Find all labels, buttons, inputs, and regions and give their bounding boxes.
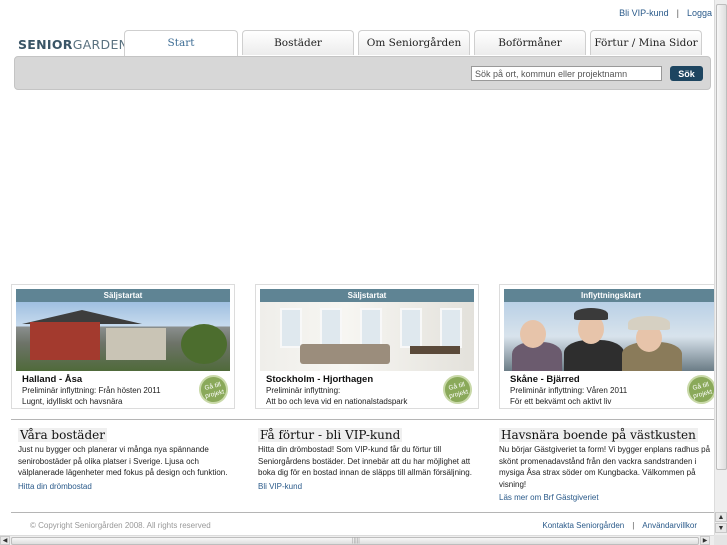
project-card[interactable]: Säljstartat Stockholm - Hjorthagen Preli… [255, 284, 479, 409]
search-bar: Sök [14, 56, 711, 90]
login-link[interactable]: Logga [687, 8, 712, 18]
project-tagline: Lugnt, idylliskt och havsnära [22, 397, 123, 406]
top-links-separator: | [676, 8, 679, 18]
info-column-bostader: Våra bostäder Just nu bygger och planera… [18, 428, 238, 491]
vip-link[interactable]: Bli VIP-kund [619, 8, 669, 18]
project-title: Stockholm - Hjorthagen [266, 374, 374, 385]
scroll-left-arrow-icon[interactable]: ◀ [0, 536, 10, 545]
column-heading: Havsnära boende på västkusten [499, 428, 698, 442]
search-input[interactable] [471, 66, 662, 81]
project-image [16, 302, 230, 371]
column-link[interactable]: Bli VIP-kund [258, 482, 478, 491]
vertical-scroll-thumb[interactable] [716, 4, 727, 470]
column-heading: Få förtur - bli VIP-kund [258, 428, 403, 442]
top-links: Bli VIP-kund | Logga [619, 8, 712, 18]
project-cards: Säljstartat Halland - Åsa Preliminär inf… [11, 284, 723, 409]
project-title: Halland - Åsa [22, 374, 83, 385]
tab-fortur-mina-sidor[interactable]: Förtur / Mina Sidor [590, 30, 702, 55]
project-image [260, 302, 474, 371]
info-column-vip: Få förtur - bli VIP-kund Hitta din drömb… [258, 428, 478, 491]
logo-part-garden: GARDEN [72, 37, 129, 52]
tab-start[interactable]: Start [124, 30, 238, 57]
tab-boformaner[interactable]: Boförmåner [474, 30, 586, 55]
scrollbar-corner [714, 535, 727, 545]
column-link[interactable]: Hitta din drömbostad [18, 482, 238, 491]
terms-link[interactable]: Användarvillkor [642, 521, 697, 530]
project-tagline: För ett bekvämt och aktivt liv [510, 397, 612, 406]
footer-divider [11, 512, 714, 513]
tab-om-seniorgarden[interactable]: Om Seniorgården [358, 30, 470, 55]
project-card[interactable]: Inflyttningsklart Skåne - Bjärred Prelim… [499, 284, 723, 409]
status-badge: Inflyttningsklart [504, 289, 718, 302]
project-image [504, 302, 718, 371]
contact-link[interactable]: Kontakta Seniorgården [542, 521, 624, 530]
project-card[interactable]: Säljstartat Halland - Åsa Preliminär inf… [11, 284, 235, 409]
column-link[interactable]: Läs mer om Brf Gästgiveriet [499, 493, 719, 502]
project-tagline: Att bo och leva vid en nationalstadspark [266, 397, 408, 406]
column-text: Hitta din drömbostad! Som VIP-kund får d… [258, 445, 472, 477]
section-divider [11, 419, 714, 420]
project-move-in: Preliminär inflyttning: Våren 2011 [510, 386, 628, 395]
column-heading: Våra bostäder [18, 428, 107, 442]
column-text: Nu börjar Gästgiveriet ta form! Vi bygge… [499, 445, 711, 489]
footer-separator: | [632, 521, 635, 530]
vertical-scrollbar[interactable]: ▲ ▼ [714, 0, 727, 535]
project-move-in: Preliminär inflyttning: Från hösten 2011 [22, 386, 161, 395]
footer-links: Kontakta Seniorgården | Användarvillkor [542, 521, 697, 530]
copyright-text: © Copyright Seniorgården 2008. All right… [30, 521, 211, 530]
horizontal-scrollbar[interactable]: ◀ ||||| ▶ [0, 535, 714, 545]
info-column-havsnara: Havsnära boende på västkusten Nu börjar … [499, 428, 719, 502]
status-badge: Säljstartat [260, 289, 474, 302]
scroll-right-arrow-icon[interactable]: ▶ [700, 536, 710, 545]
status-badge: Säljstartat [16, 289, 230, 302]
logo-part-senior: SENIOR [18, 37, 73, 52]
main-nav-tabs: Start Bostäder Om Seniorgården Boförmåne… [124, 30, 702, 57]
scroll-up-arrow-icon[interactable]: ▲ [715, 512, 727, 522]
search-button[interactable]: Sök [670, 66, 703, 81]
column-text: Just nu bygger och planerar vi många nya… [18, 445, 228, 477]
tab-bostader[interactable]: Bostäder [242, 30, 354, 55]
project-title: Skåne - Bjärred [510, 374, 580, 385]
project-move-in: Preliminär inflyttning: [266, 386, 341, 395]
horizontal-scroll-thumb[interactable]: ||||| [11, 537, 699, 545]
logo[interactable]: SENIORGARDEN [18, 37, 128, 52]
scroll-down-arrow-icon[interactable]: ▼ [715, 523, 727, 533]
